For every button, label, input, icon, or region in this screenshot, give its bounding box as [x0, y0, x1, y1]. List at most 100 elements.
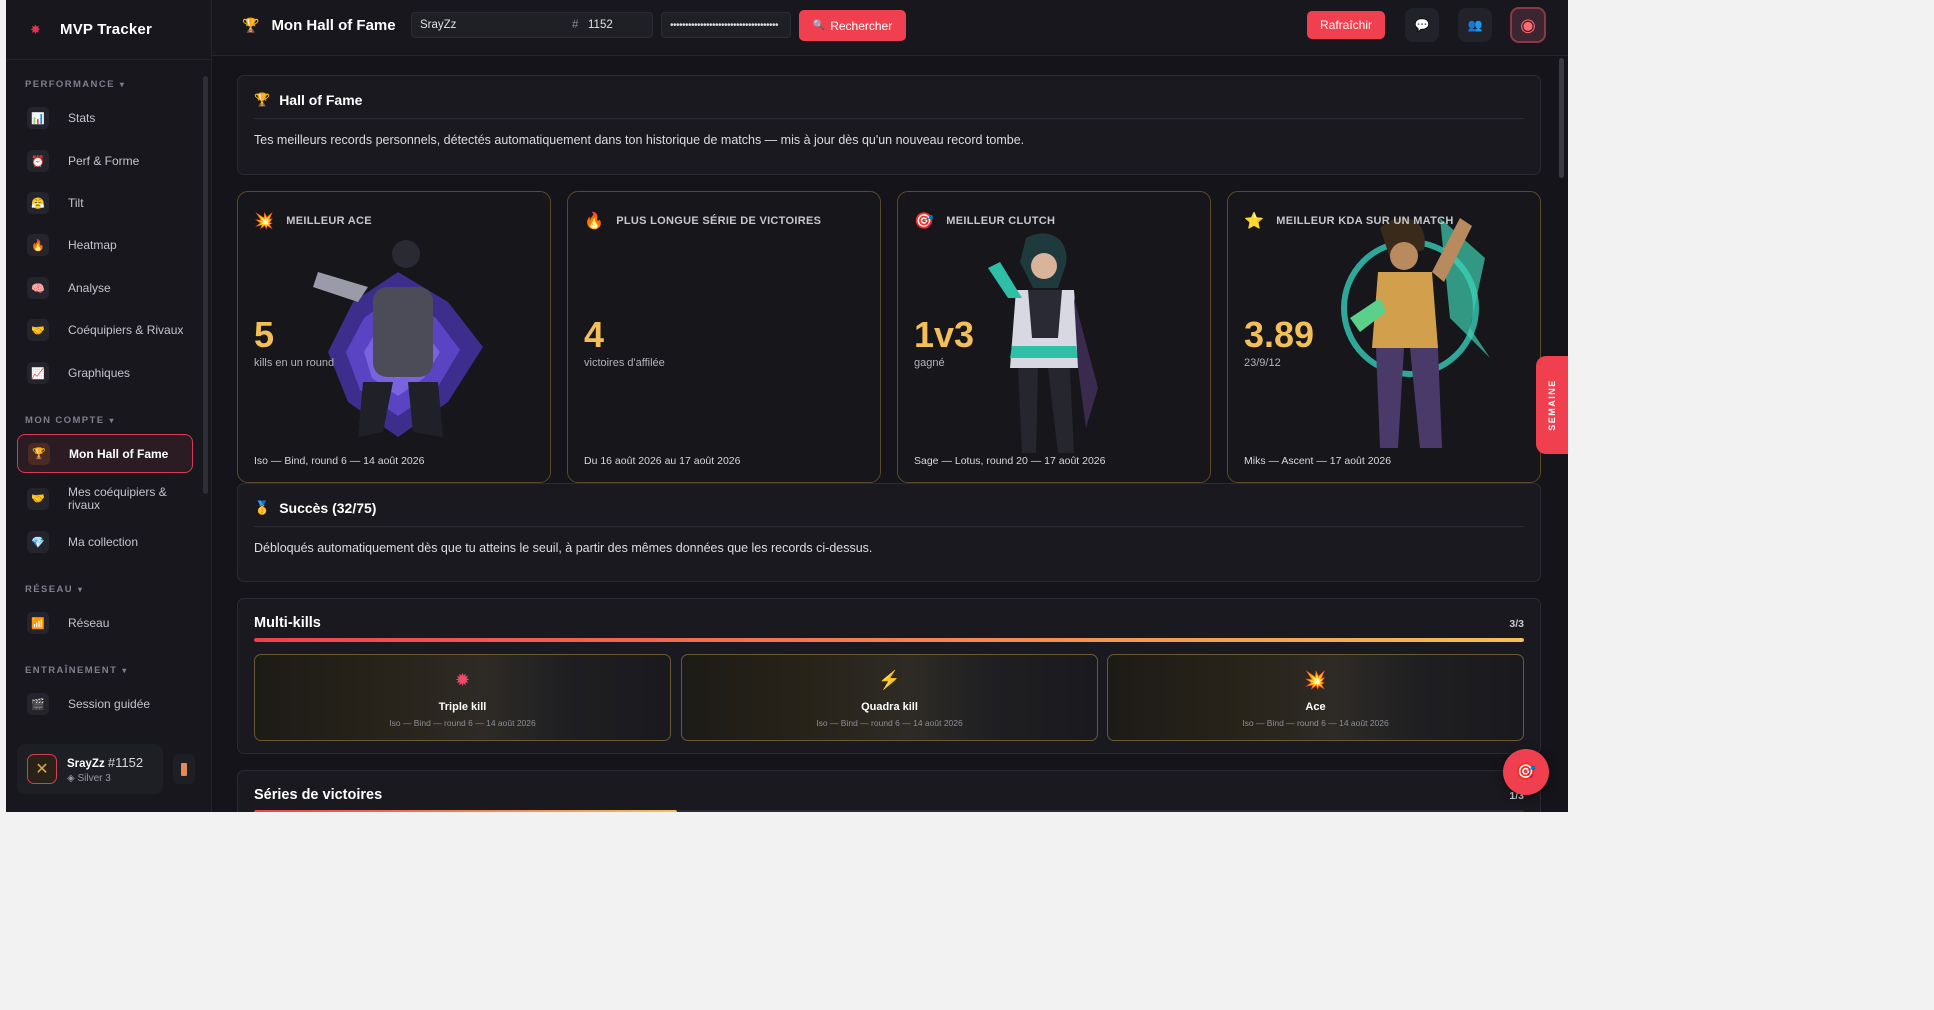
top-bar: 🏆 Mon Hall of Fame SrayZz # 1152 •••••••… — [212, 0, 1568, 56]
achievements-panel: 🥇 Succès (32/75) Débloqués automatiquemen… — [237, 483, 1541, 582]
sidebar-item-session-guidee[interactable]: 🎬 Session guidée — [17, 686, 193, 722]
streaks-title: Séries de victoires — [254, 787, 383, 803]
sidebar-item-heatmap[interactable]: 🔥 Heatmap — [17, 227, 193, 263]
sidebar: ✸ MVP Tracker PERFORMANCE ▾ 📊 Stats ⏰ Perf … — [6, 0, 212, 812]
refresh-button[interactable]: Rafraîchir — [1307, 11, 1385, 39]
stats-icon: 📊 — [27, 107, 49, 129]
section-title-mon-compte[interactable]: MON COMPTE ▾ — [25, 415, 115, 426]
trophy-icon: 🏆 — [254, 92, 271, 107]
sidebar-item-ma-collection[interactable]: 💎 Ma collection — [17, 524, 193, 560]
sidebar-item-tilt[interactable]: 😤 Tilt — [17, 185, 193, 221]
section-title-performance[interactable]: PERFORMANCE ▾ — [25, 79, 125, 90]
people-icon: 👥 — [1467, 18, 1483, 32]
achievements-title: 🥇 Succès (32/75) — [254, 500, 377, 516]
api-key-input[interactable]: •••••••••••••••••••••••••••••••••••• — [661, 12, 791, 38]
divider — [254, 118, 1524, 119]
star-icon: ⭐ — [1244, 213, 1265, 230]
multikills-progress — [254, 638, 1524, 642]
record-subtitle: gagné — [914, 357, 945, 369]
section-title-entrainement[interactable]: ENTRAÎNEMENT ▾ — [25, 665, 128, 676]
sidebar-scrollbar[interactable] — [203, 76, 208, 494]
hall-of-fame-description: Tes meilleurs records personnels, détect… — [254, 133, 1025, 147]
sidebar-item-reseau[interactable]: 📶 Réseau — [17, 605, 193, 641]
sidebar-item-perf-forme[interactable]: ⏰ Perf & Forme — [17, 143, 193, 179]
handshake-icon: 🤝 — [27, 319, 49, 341]
achievement-tile-ace[interactable]: 💥 Ace Iso — Bind — round 6 — 14 août 202… — [1107, 654, 1524, 741]
brand-name: MVP Tracker — [60, 21, 152, 38]
multikills-count: 3/3 — [1509, 618, 1524, 630]
floating-action-button[interactable]: 🎯 — [1503, 749, 1549, 795]
multikills-progress-fill — [254, 638, 1524, 642]
sidebar-item-mes-coequipiers[interactable]: 🤝 Mes coéquipiers & rivaux — [17, 477, 193, 521]
fire-icon: 🔥 — [27, 234, 49, 256]
medal-icon: 🥇 — [254, 500, 271, 515]
agent-artwork-miks — [1341, 217, 1490, 448]
agent-artwork-iso — [313, 240, 483, 437]
record-subtitle: kills en un round — [254, 357, 335, 369]
lightning-icon: ⚡ — [878, 670, 901, 690]
record-details: Sage — Lotus, round 20 — 17 août 2026 — [914, 455, 1106, 467]
sidebar-item-stats[interactable]: 📊 Stats — [17, 100, 193, 136]
rank-diamond-icon: ◈ — [67, 772, 75, 784]
brand-logo-icon: ✸ — [30, 21, 41, 37]
brand[interactable]: ✸ MVP Tracker — [6, 0, 211, 60]
brain-icon: 🧠 — [27, 277, 49, 299]
achievement-tile-quadra-kill[interactable]: ⚡ Quadra kill Iso — Bind — round 6 — 14 … — [681, 654, 1098, 741]
record-card-kda[interactable]: ⭐ MEILLEUR KDA SUR UN MATCH 3.89 23/9/12 … — [1227, 191, 1541, 483]
chat-bubble-icon: 💬 — [1414, 18, 1430, 32]
trophy-icon: 🏆 — [28, 442, 50, 465]
angry-face-icon: 😤 — [27, 192, 49, 214]
logout-button[interactable] — [173, 754, 195, 784]
achievement-tile-triple-kill[interactable]: ✹ Triple kill Iso — Bind — round 6 — 14 … — [254, 654, 671, 741]
avatar: ✕ — [27, 754, 57, 784]
explosion-icon: 💥 — [254, 213, 275, 230]
multikills-title: Multi-kills — [254, 615, 321, 631]
user-name: SrayZz #1152 — [67, 754, 144, 770]
chat-button[interactable]: 💬 — [1405, 8, 1439, 42]
record-value: 5 — [254, 314, 275, 355]
handshake-icon: 🤝 — [27, 488, 49, 510]
search-button[interactable]: 🔍 Rechercher — [799, 10, 906, 41]
user-rank: ◈ Silver 3 — [67, 772, 111, 784]
explosion-icon: 💥 — [1304, 670, 1327, 690]
section-title-reseau[interactable]: RÉSEAU ▾ — [25, 584, 83, 595]
gem-icon: 💎 — [27, 531, 49, 553]
search-icon: 🔍 — [812, 20, 826, 31]
sidebar-item-coequipiers-rivaux[interactable]: 🤝 Coéquipiers & Rivaux — [17, 312, 193, 348]
bar-chart-icon: 📶 — [27, 612, 49, 634]
record-subtitle: victoires d'affilée — [584, 357, 665, 369]
riot-tag-input[interactable]: 1152 — [588, 19, 613, 31]
riot-id-field[interactable]: SrayZz # 1152 — [411, 12, 653, 38]
burst-icon: ✹ — [454, 670, 471, 690]
fire-icon: 🔥 — [584, 213, 605, 230]
chevron-down-icon: ▾ — [119, 80, 126, 89]
target-icon: 🎯 — [914, 213, 935, 230]
record-label: 🔥 PLUS LONGUE SÉRIE DE VICTOIRES — [584, 213, 822, 230]
profile-avatar[interactable]: ◉ — [1510, 7, 1546, 43]
riot-name-input[interactable]: SrayZz — [420, 19, 456, 31]
divider — [254, 526, 1524, 527]
friends-button[interactable]: 👥 — [1458, 8, 1492, 42]
sidebar-item-analyse[interactable]: 🧠 Analyse — [17, 270, 193, 306]
line-chart-icon: 📈 — [27, 362, 49, 384]
user-card[interactable]: ✕ SrayZz #1152 ◈ Silver 3 — [17, 744, 163, 794]
week-tab[interactable]: SEMAINE — [1536, 356, 1568, 454]
page-bottom-edge — [0, 812, 1568, 819]
sidebar-item-hall-of-fame[interactable]: 🏆 Mon Hall of Fame — [17, 434, 193, 473]
multikills-section: Multi-kills 3/3 ✹ Triple kill Iso — Bind… — [237, 598, 1541, 754]
page-title: 🏆 Mon Hall of Fame — [242, 17, 396, 34]
hall-of-fame-title: 🏆 Hall of Fame — [254, 92, 363, 108]
record-card-clutch[interactable]: 🎯 MEILLEUR CLUTCH 1v3 gagné Sage — Lotus,… — [897, 191, 1211, 483]
record-card-win-streak[interactable]: 🔥 PLUS LONGUE SÉRIE DE VICTOIRES 4 victoi… — [567, 191, 881, 483]
logout-icon — [181, 762, 187, 776]
achievement-title: Quadra kill — [861, 701, 918, 713]
chevron-down-icon: ▾ — [78, 585, 84, 594]
page-scrollbar[interactable] — [1559, 58, 1564, 178]
main-content: 🏆 Hall of Fame Tes meilleurs records pers… — [212, 56, 1568, 812]
record-card-ace[interactable]: 💥 MEILLEUR ACE 5 kills en un round Iso — … — [237, 191, 551, 483]
trophy-icon: 🏆 — [242, 17, 260, 33]
hash-symbol: # — [572, 19, 579, 31]
achievement-title: Triple kill — [438, 701, 487, 713]
sidebar-item-graphiques[interactable]: 📈 Graphiques — [17, 355, 193, 391]
agent-artwork-sage — [988, 233, 1098, 453]
